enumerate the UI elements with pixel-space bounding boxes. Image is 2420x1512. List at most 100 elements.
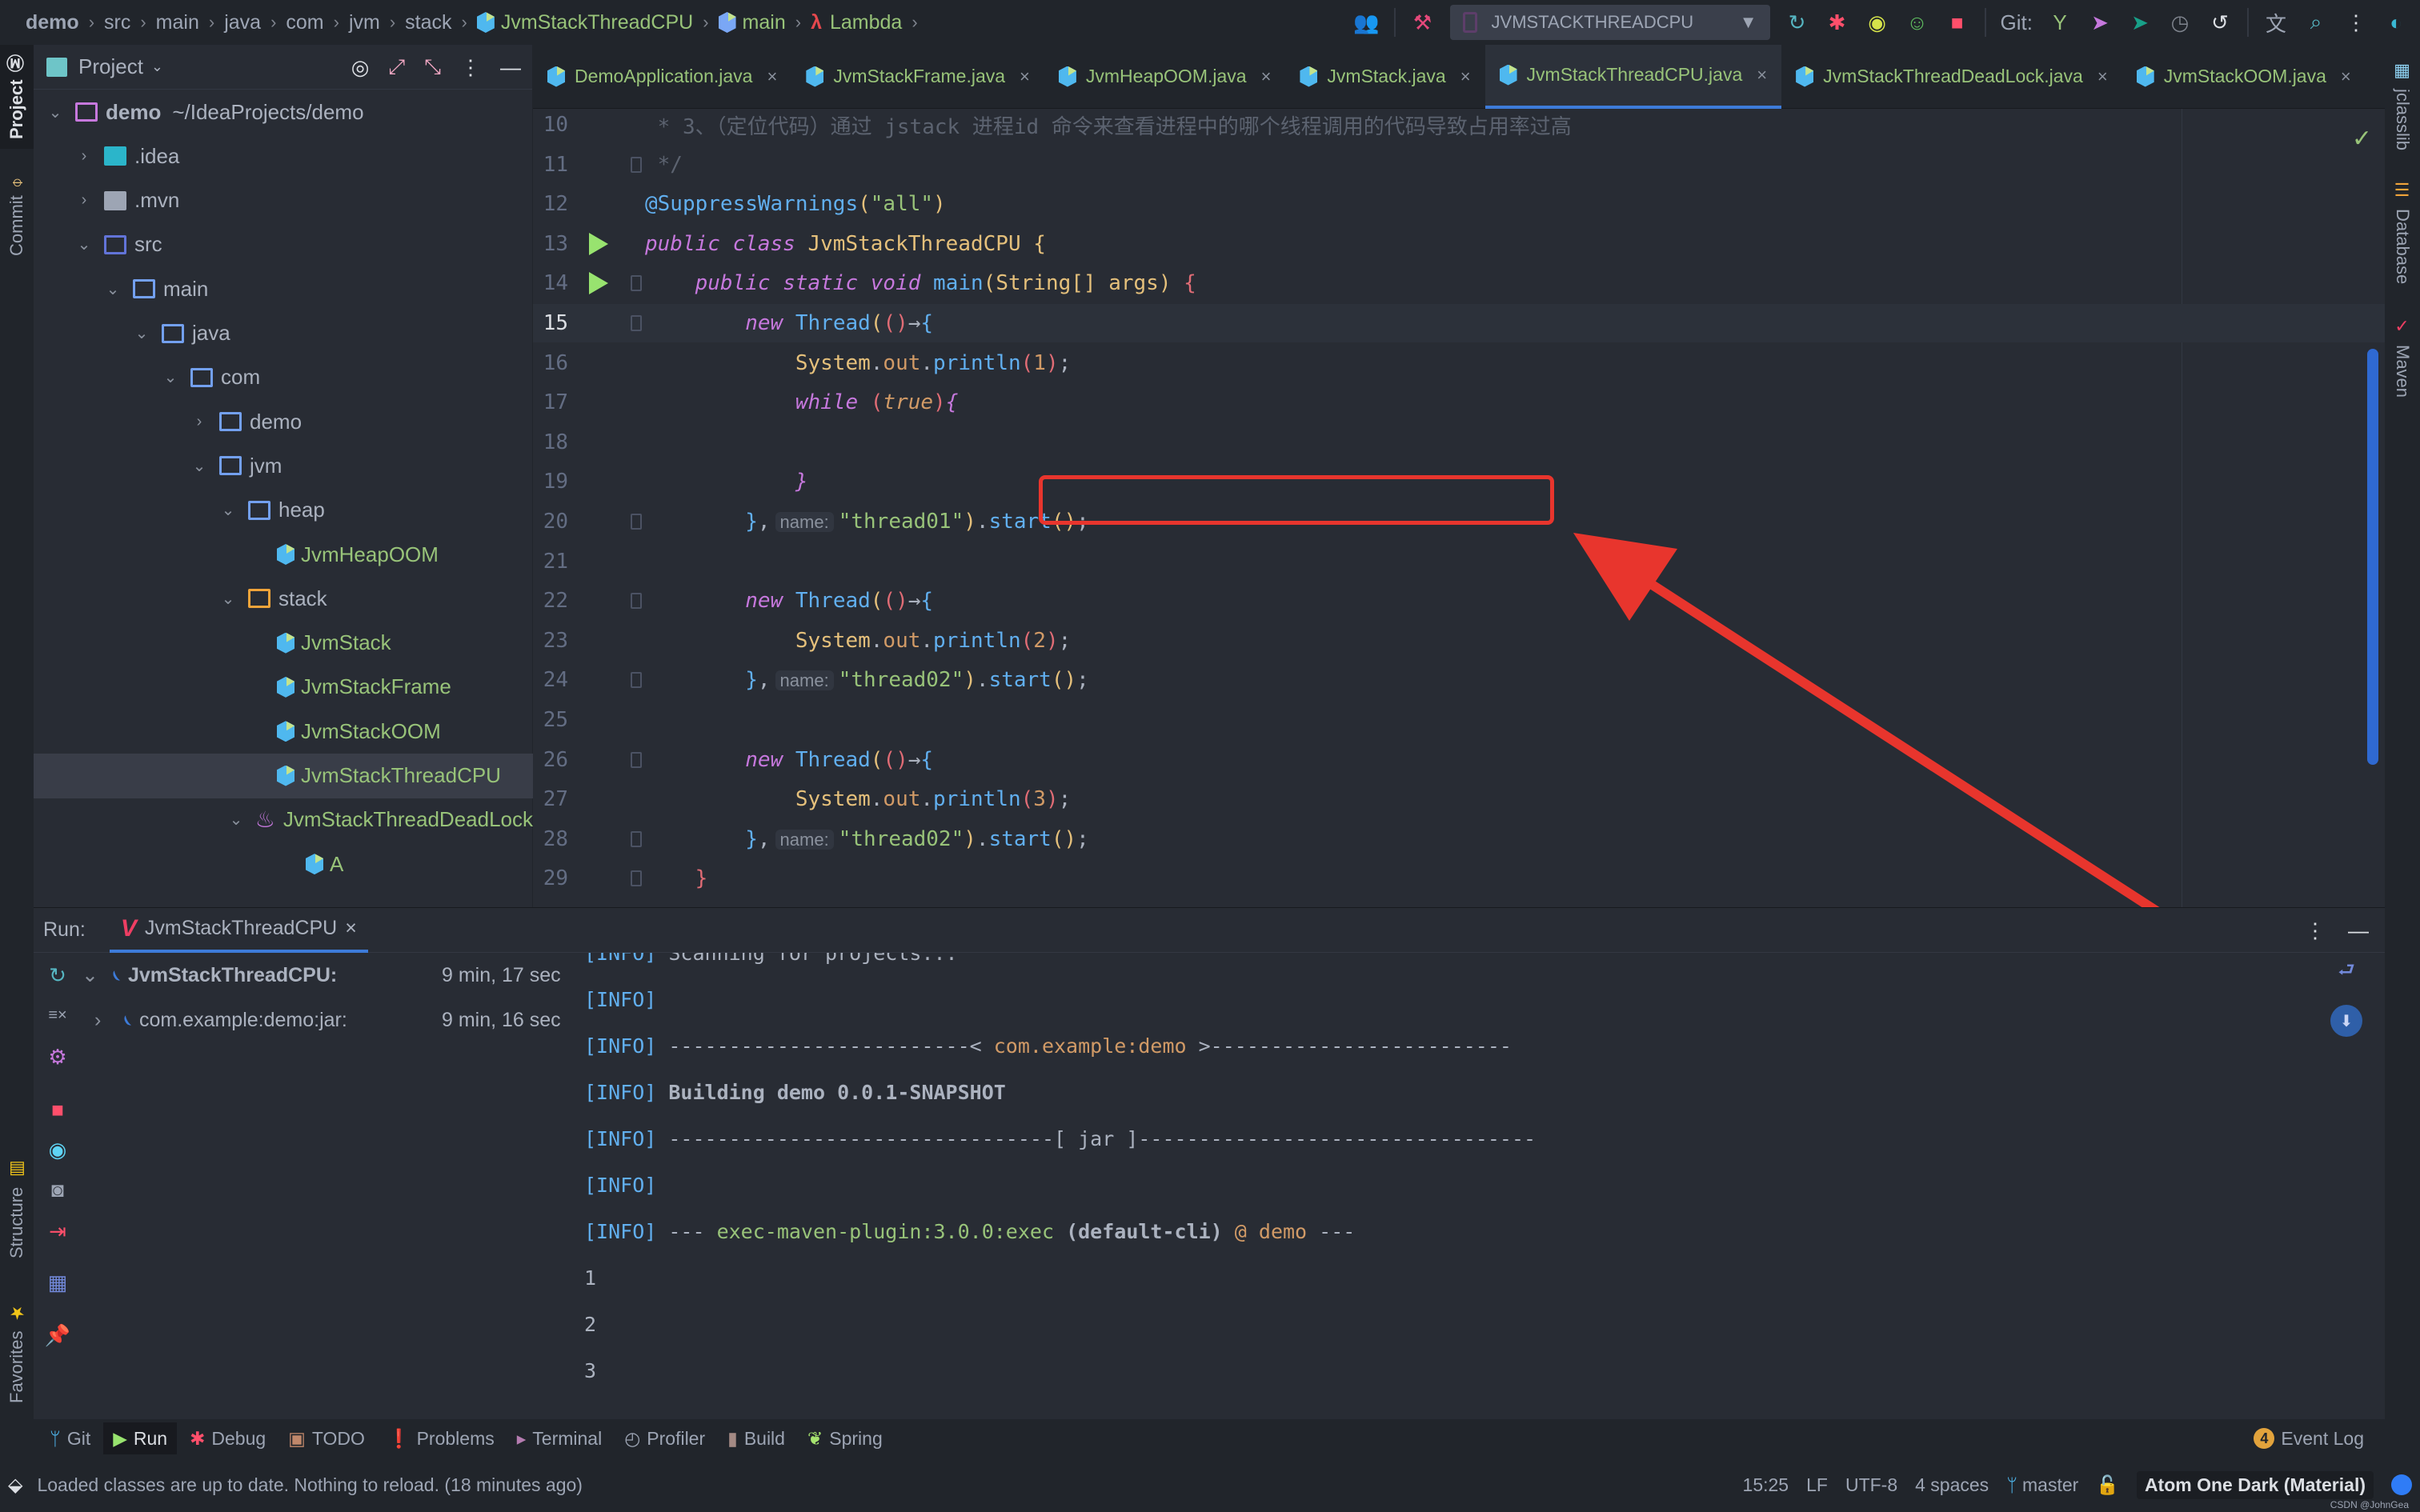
line-number[interactable]: 21 xyxy=(533,550,568,574)
event-log-button[interactable]: 4 Event Log xyxy=(2254,1428,2364,1450)
tool-window-debug[interactable]: ✱ Debug xyxy=(180,1422,275,1454)
code-with-me-icon[interactable]: ◐ xyxy=(2383,10,2409,35)
fold-marker-icon[interactable] xyxy=(631,672,642,689)
editor-tab[interactable]: JvmStackThreadDeadLock.java × xyxy=(1781,45,2122,109)
editor-scrollbar[interactable] xyxy=(2367,349,2378,765)
line-number[interactable]: 17 xyxy=(533,390,568,414)
no-problems-check-icon[interactable]: ✓ xyxy=(2352,125,2372,153)
more-vertical-icon[interactable]: ⋮ xyxy=(2343,10,2369,35)
close-icon[interactable]: × xyxy=(1261,66,1272,87)
editor-tab[interactable]: JvmHeapOOM.java × xyxy=(1044,45,1286,109)
line-number[interactable]: 13 xyxy=(533,232,568,256)
line-number[interactable]: 25 xyxy=(533,708,568,732)
layout-icon[interactable]: ▦ xyxy=(45,1270,70,1295)
git-push-icon[interactable]: ➤ xyxy=(2127,10,2153,35)
tree-item[interactable]: JvmStackFrame xyxy=(34,665,533,710)
fold-marker-icon[interactable] xyxy=(631,275,642,292)
chevron-down-icon[interactable]: ⌄ xyxy=(218,500,238,520)
line-number[interactable]: 12 xyxy=(533,192,568,216)
code-editor[interactable]: 10 * 3、（定位代码）通过 jstack 进程id 命令来查看进程中的哪个线… xyxy=(533,109,2385,907)
fold-marker-icon[interactable] xyxy=(631,830,642,847)
breadcrumb-item[interactable]: Lambda xyxy=(830,11,902,34)
chevron-down-icon[interactable]: ⌄ xyxy=(218,589,238,609)
collapse-all-icon[interactable]: ⤡ xyxy=(424,54,441,80)
editor-tab[interactable]: JvmStack.java × xyxy=(1285,45,1484,109)
tree-item[interactable]: JvmStackThreadCPU xyxy=(34,753,533,798)
fold-marker-icon[interactable] xyxy=(631,156,642,173)
chevron-down-icon[interactable]: ⌄ xyxy=(82,963,114,987)
chevron-down-icon[interactable]: ⌄ xyxy=(160,367,181,387)
line-separator[interactable]: LF xyxy=(1806,1474,1828,1496)
breadcrumb-item[interactable]: demo xyxy=(26,11,79,34)
code-line[interactable]: 15 new Thread(()→{ xyxy=(533,304,2385,342)
chevron-right-icon[interactable]: › xyxy=(189,413,210,431)
status-message[interactable]: Loaded classes are up to date. Nothing t… xyxy=(37,1474,583,1496)
close-icon[interactable]: × xyxy=(2097,66,2108,87)
editor-tab[interactable]: JvmStackThreadCPU.java × xyxy=(1484,44,1782,109)
expand-all-icon[interactable]: ⤢ xyxy=(388,54,405,80)
chevron-right-icon[interactable]: › xyxy=(74,147,94,166)
breadcrumb-item[interactable]: main xyxy=(743,11,786,34)
close-icon[interactable]: × xyxy=(1757,65,1767,86)
tree-item[interactable]: ⌄ heap xyxy=(34,488,533,533)
breadcrumb-item[interactable]: stack xyxy=(405,11,451,34)
tree-item[interactable]: ⌄ demo ~/IdeaProjects/demo xyxy=(34,90,533,134)
tool-tab-jclasslib[interactable]: ▦ jclasslib xyxy=(2385,61,2420,150)
chevron-down-icon[interactable]: ⌄ xyxy=(45,102,66,122)
fold-marker-icon[interactable] xyxy=(631,514,642,530)
build-hammer-icon[interactable]: ⚒ xyxy=(1410,10,1436,35)
fold-marker-icon[interactable] xyxy=(631,593,642,610)
run-tab[interactable]: V JvmStackThreadCPU × xyxy=(109,908,368,953)
breadcrumb-item[interactable]: com xyxy=(286,11,323,34)
chevron-down-icon[interactable]: ⌄ xyxy=(102,279,123,299)
line-number[interactable]: 24 xyxy=(533,668,568,692)
translate-icon[interactable]: 文 xyxy=(2263,10,2289,36)
line-number[interactable]: 28 xyxy=(533,827,568,851)
close-icon[interactable]: × xyxy=(345,917,357,940)
unlock-icon[interactable]: 🔓 xyxy=(2096,1474,2119,1496)
breadcrumb-item[interactable]: main xyxy=(156,11,199,34)
tree-item[interactable]: ⌄ com xyxy=(34,355,533,400)
line-number[interactable]: 26 xyxy=(533,748,568,772)
tree-item[interactable]: › demo xyxy=(34,399,533,444)
code-line[interactable]: 12 @SuppressWarnings("all") xyxy=(533,185,2385,223)
run-configuration-select[interactable]: JVMSTACKTHREADCPU ▼ xyxy=(1449,5,1770,40)
search-icon[interactable]: ⌕ xyxy=(2303,10,2329,35)
line-number[interactable]: 16 xyxy=(533,351,568,375)
project-panel-title[interactable]: Project xyxy=(78,54,143,79)
tree-item[interactable]: JvmHeapOOM xyxy=(34,532,533,577)
line-number[interactable]: 18 xyxy=(533,430,568,454)
tree-item[interactable]: ⌄ main xyxy=(34,266,533,311)
run-tree-row[interactable]: › com.example:demo:jar: 9 min, 16 sec xyxy=(82,998,561,1042)
git-commit-icon[interactable]: ➤ xyxy=(2087,10,2113,35)
code-line[interactable]: 17 while (true){ xyxy=(533,383,2385,422)
tool-tab-commit[interactable]: Commit ⌽ xyxy=(0,165,34,269)
exit-icon[interactable]: ⇥ xyxy=(45,1218,70,1244)
tree-item[interactable]: JvmStack xyxy=(34,621,533,666)
tree-item[interactable]: ⌄ src xyxy=(34,222,533,267)
chevron-down-icon[interactable]: ⌄ xyxy=(131,323,152,343)
tool-window-terminal[interactable]: ▸ Terminal xyxy=(507,1422,611,1454)
tool-window-problems[interactable]: ❗ Problems xyxy=(378,1422,504,1454)
stop-icon[interactable]: ■ xyxy=(1945,10,1970,35)
line-number[interactable]: 19 xyxy=(533,470,568,494)
tool-window-spring[interactable]: ❦ Spring xyxy=(798,1422,892,1454)
code-line[interactable]: 14 public static void main(String[] args… xyxy=(533,264,2385,302)
chevron-down-icon[interactable]: ⌄ xyxy=(226,810,246,830)
tool-window-run[interactable]: ▶ Run xyxy=(103,1422,178,1454)
line-number[interactable]: 14 xyxy=(533,271,568,295)
code-line[interactable]: 11 */ xyxy=(533,146,2385,184)
breadcrumb-item[interactable]: src xyxy=(104,11,130,34)
close-icon[interactable]: × xyxy=(2341,66,2351,87)
minimize-icon[interactable]: — xyxy=(2348,918,2369,943)
tool-window-build[interactable]: ▮ Build xyxy=(718,1422,795,1454)
tree-item[interactable]: ⌄ ♨ JvmStackThreadDeadLock xyxy=(34,798,533,842)
more-vertical-icon[interactable]: ⋮ xyxy=(460,55,481,80)
fold-marker-icon[interactable] xyxy=(631,870,642,887)
debug-icon[interactable]: ✱ xyxy=(1825,10,1850,35)
git-branch-widget[interactable]: ᛘ master xyxy=(2006,1474,2078,1496)
tree-item[interactable]: ⌄ jvm xyxy=(34,443,533,488)
line-number[interactable]: 20 xyxy=(533,510,568,534)
history-icon[interactable]: ◷ xyxy=(2167,10,2193,35)
run-gutter-icon[interactable] xyxy=(589,272,608,295)
